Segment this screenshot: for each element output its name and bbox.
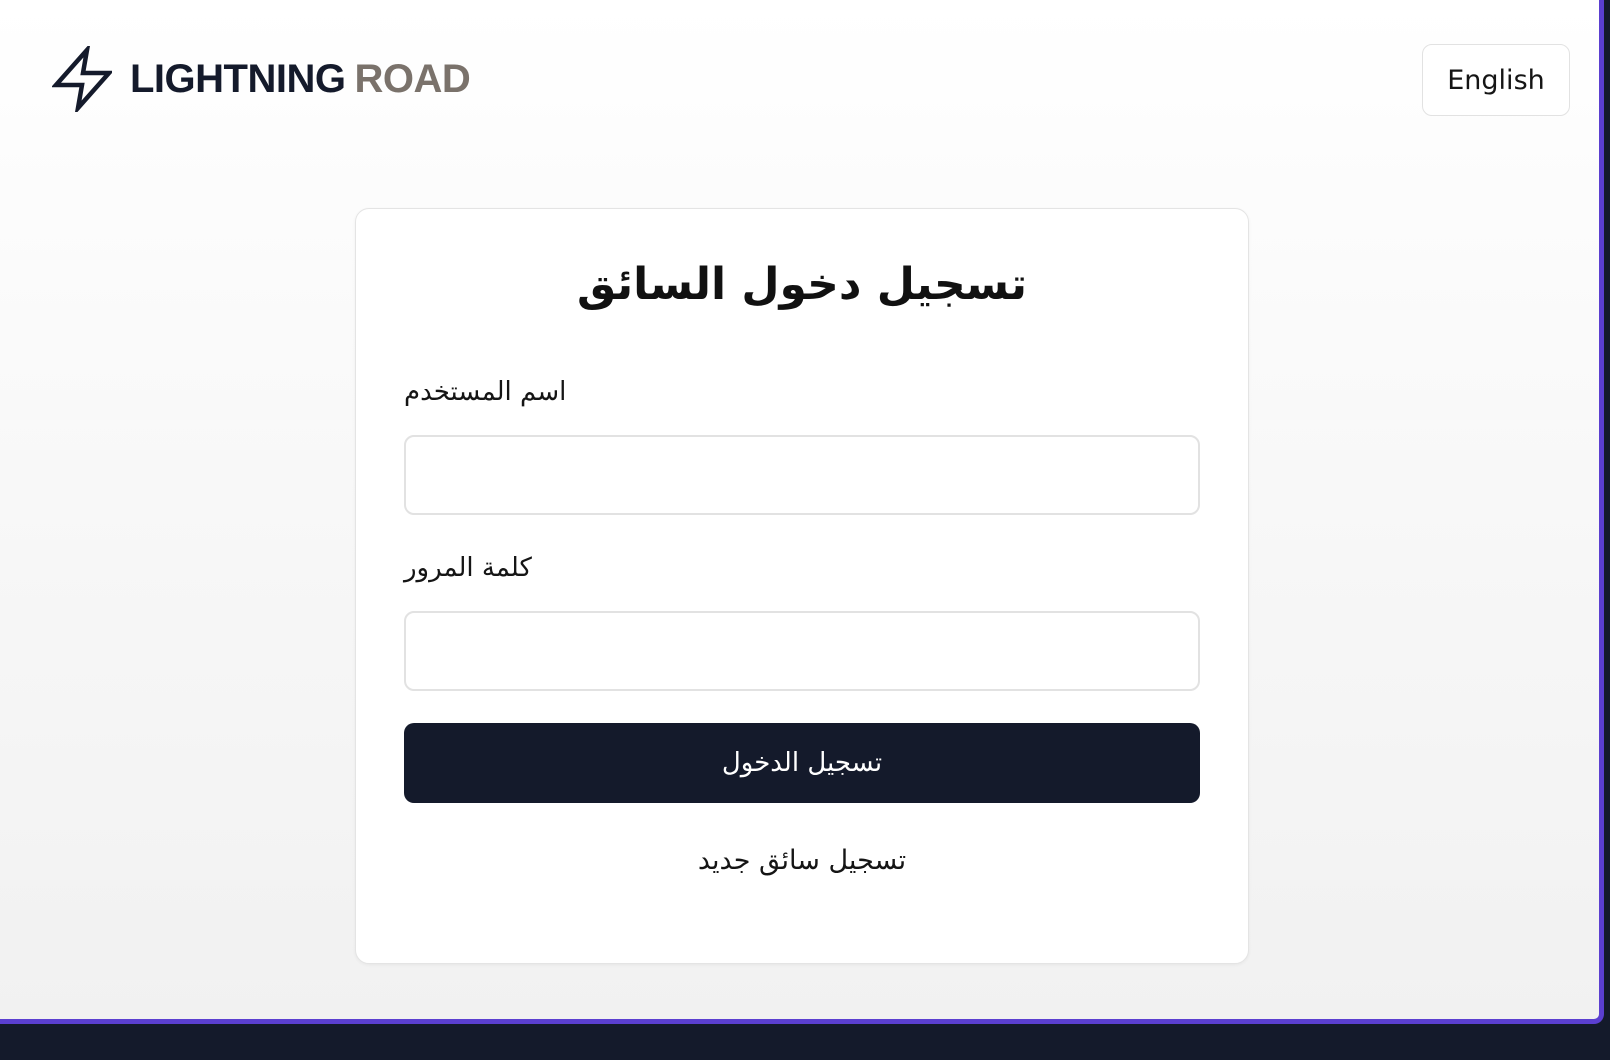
page-title: تسجيل دخول السائق xyxy=(576,259,1027,310)
lightning-bolt-icon xyxy=(52,46,112,112)
language-toggle-button[interactable]: English xyxy=(1422,44,1570,116)
brand-name-primary: LIGHTNING xyxy=(130,56,346,101)
password-input[interactable] xyxy=(404,611,1200,691)
brand-name: LIGHTNING ROAD xyxy=(130,56,471,102)
brand-name-secondary: ROAD xyxy=(354,56,471,101)
username-label: اسم المستخدم xyxy=(404,377,567,407)
brand-logo[interactable]: LIGHTNING ROAD xyxy=(52,46,471,112)
login-button[interactable]: تسجيل الدخول xyxy=(404,723,1200,803)
password-label: كلمة المرور xyxy=(404,553,532,583)
app-window: LIGHTNING ROAD English تسجيل دخول السائق … xyxy=(0,0,1604,1024)
username-input[interactable] xyxy=(404,435,1200,515)
login-card: تسجيل دخول السائق اسم المستخدم كلمة المر… xyxy=(355,208,1249,964)
register-driver-link[interactable]: تسجيل سائق جديد xyxy=(356,845,1248,876)
